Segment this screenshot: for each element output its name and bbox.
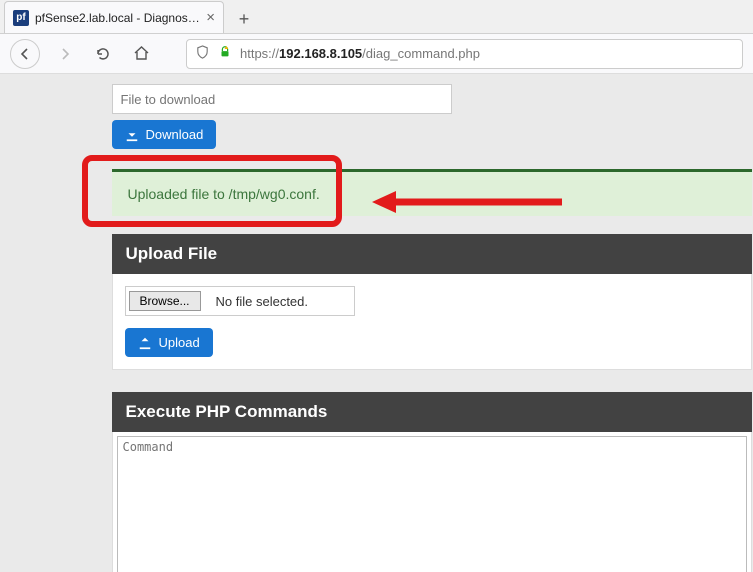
browse-button[interactable]: Browse... xyxy=(129,291,201,311)
url-bar[interactable]: https://192.168.8.105/diag_command.php xyxy=(186,39,743,69)
page-viewport: Download Uploaded file to /tmp/wg0.conf.… xyxy=(0,74,753,572)
annotation-arrow-icon xyxy=(372,187,572,217)
upload-header: Upload File xyxy=(112,234,752,274)
url-text: https://192.168.8.105/diag_command.php xyxy=(240,46,480,61)
lock-warning-icon xyxy=(218,45,232,62)
tab-title: pfSense2.lab.local - Diagnostics xyxy=(35,11,200,25)
browser-tab[interactable]: pf pfSense2.lab.local - Diagnostics × xyxy=(4,1,224,33)
alert-message: Uploaded file to /tmp/wg0.conf. xyxy=(128,186,320,202)
browser-tab-strip: pf pfSense2.lab.local - Diagnostics × + xyxy=(0,0,753,34)
upload-icon xyxy=(138,336,152,350)
file-to-download-input[interactable] xyxy=(112,84,452,114)
download-button[interactable]: Download xyxy=(112,120,217,149)
download-icon xyxy=(125,128,139,142)
shield-icon xyxy=(195,45,210,63)
upload-section: Browse... No file selected. Upload xyxy=(112,274,752,370)
close-icon[interactable]: × xyxy=(206,9,215,26)
forward-button xyxy=(52,41,78,67)
favicon-icon: pf xyxy=(13,10,29,26)
alert-container: Uploaded file to /tmp/wg0.conf. xyxy=(112,169,752,216)
download-button-label: Download xyxy=(146,127,204,142)
php-commands-section xyxy=(112,432,752,572)
browser-toolbar: https://192.168.8.105/diag_command.php xyxy=(0,34,753,74)
php-command-textarea[interactable] xyxy=(117,436,747,572)
reload-button[interactable] xyxy=(90,41,116,67)
download-section: Download xyxy=(112,84,752,149)
php-commands-header: Execute PHP Commands xyxy=(112,392,752,432)
back-button[interactable] xyxy=(10,39,40,69)
home-button[interactable] xyxy=(128,41,154,67)
upload-button-label: Upload xyxy=(159,335,200,350)
new-tab-button[interactable]: + xyxy=(230,5,258,33)
file-picker[interactable]: Browse... No file selected. xyxy=(125,286,355,316)
upload-button[interactable]: Upload xyxy=(125,328,213,357)
no-file-label: No file selected. xyxy=(216,294,309,309)
